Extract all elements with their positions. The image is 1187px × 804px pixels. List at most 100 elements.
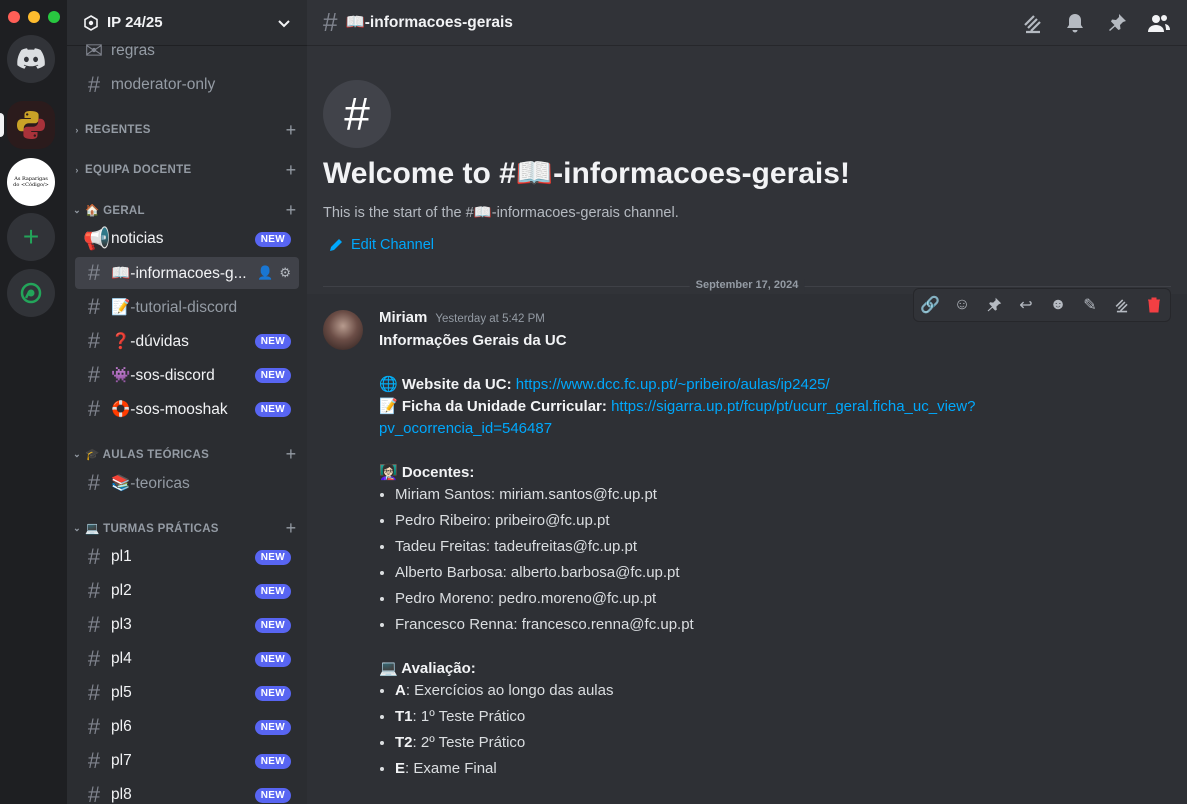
server-raparigas-codigo[interactable]: As Raparigas do <Código/>: [7, 158, 55, 206]
add-server-button[interactable]: +: [7, 213, 55, 261]
channel-pl8[interactable]: # pl8 NEW: [75, 779, 299, 804]
welcome-subtitle: This is the start of the #📖-informacoes-…: [323, 205, 679, 221]
channel-informacoes-gerais[interactable]: # 📖-informacoes-g... 👤 ⚙: [75, 257, 299, 289]
message-author[interactable]: Miriam: [379, 309, 427, 326]
new-badge: NEW: [254, 617, 291, 633]
channel-name: pl4: [111, 650, 132, 667]
channel-pl3[interactable]: # pl3 NEW: [75, 609, 299, 641]
category-label: 🏠 GERAL: [85, 205, 145, 217]
pencil-icon: [330, 239, 342, 251]
ficha-link-continued[interactable]: pv_ocorrencia_id=546487: [379, 420, 552, 437]
new-badge: NEW: [254, 333, 291, 349]
channel-name: pl8: [111, 786, 132, 803]
pin-icon[interactable]: [1105, 11, 1129, 35]
channel-name: regras: [111, 42, 155, 59]
maximize-window-button[interactable]: [48, 11, 60, 23]
thread-channel-icon: #: [87, 714, 101, 739]
channel-duvidas[interactable]: # ❓-dúvidas NEW: [75, 325, 299, 357]
guild-name: IP 24/25: [107, 14, 163, 31]
channel-pl4[interactable]: # pl4 NEW: [75, 643, 299, 675]
list-item: T1: 1º Teste Prático: [395, 706, 1119, 728]
category-aulas-teoricas[interactable]: ⌄ 🎓 AULAS TEÓRICAS +: [71, 444, 299, 464]
create-channel-plus-icon[interactable]: +: [283, 160, 299, 181]
channel-sos-mooshak[interactable]: # 🛟-sos-mooshak NEW: [75, 393, 299, 425]
list-item: Francesco Renna: francesco.renna@fc.up.p…: [395, 614, 1119, 636]
channel-regras[interactable]: ✉ regras: [75, 35, 299, 67]
list-item: E: Exame Final: [395, 758, 1119, 780]
channel-pl6[interactable]: # pl6 NEW: [75, 711, 299, 743]
member-list-icon[interactable]: [1147, 11, 1171, 35]
chevron-down-icon: ⌄: [73, 448, 81, 459]
edit-channel-link[interactable]: Edit Channel: [329, 237, 434, 253]
channel-moderator-only[interactable]: # moderator-only: [75, 69, 299, 101]
welcome-title: Welcome to #📖-informacoes-gerais!: [323, 157, 850, 190]
list-item: Pedro Ribeiro: pribeiro@fc.up.pt: [395, 510, 1119, 532]
channel-pl1[interactable]: # pl1 NEW: [75, 541, 299, 573]
plus-icon: +: [22, 221, 40, 252]
text-channel-icon: #: [87, 328, 101, 353]
chevron-down-icon: ⌄: [73, 522, 81, 533]
direct-messages-button[interactable]: [7, 35, 55, 83]
category-label: REGENTES: [85, 124, 151, 136]
text-channel-icon: #: [87, 470, 101, 495]
channel-noticias[interactable]: 📢 noticias NEW: [75, 223, 299, 255]
channel-name: pl1: [111, 548, 132, 565]
category-regentes[interactable]: › REGENTES +: [71, 120, 299, 140]
date-divider: September 17, 2024: [323, 279, 1171, 291]
edit-pencil-icon[interactable]: ✎: [1078, 293, 1102, 317]
channel-pl2[interactable]: # pl2 NEW: [75, 575, 299, 607]
add-reaction-super-icon[interactable]: ☺: [950, 293, 974, 317]
website-link[interactable]: https://www.dcc.fc.up.pt/~pribeiro/aulas…: [516, 376, 830, 393]
copy-link-icon[interactable]: 🔗: [918, 293, 942, 317]
delete-icon[interactable]: [1142, 293, 1166, 317]
create-channel-plus-icon[interactable]: +: [283, 518, 299, 539]
channel-name: pl5: [111, 684, 132, 701]
add-reaction-icon[interactable]: ☻: [1046, 293, 1070, 317]
ficha-link[interactable]: https://sigarra.up.pt/fcup/pt/ucurr_gera…: [611, 398, 975, 415]
threads-icon[interactable]: [1021, 11, 1045, 35]
category-label: 🎓 AULAS TEÓRICAS: [85, 449, 210, 461]
create-channel-plus-icon[interactable]: +: [283, 444, 299, 465]
category-equipa-docente[interactable]: › EQUIPA DOCENTE +: [71, 160, 299, 180]
new-badge: NEW: [254, 753, 291, 769]
channel-sidebar: IP 24/25 ✉ regras # moderator-only › REG…: [67, 0, 307, 804]
announcement-icon: 📢: [83, 226, 111, 251]
category-geral[interactable]: ⌄ 🏠 GERAL +: [71, 200, 299, 220]
bell-icon[interactable]: [1063, 11, 1087, 35]
new-badge: NEW: [254, 549, 291, 565]
text-channel-icon: #: [87, 260, 101, 285]
category-label: 💻 TURMAS PRÁTICAS: [85, 523, 219, 535]
channel-name: 📚-teoricas: [111, 474, 190, 492]
message-heading: Informações Gerais da UC: [379, 332, 567, 349]
server-python[interactable]: [7, 101, 55, 149]
ficha-label: 📝 Ficha da Unidade Curricular:: [379, 398, 607, 415]
create-invite-icon[interactable]: 👤: [257, 265, 273, 281]
channel-pl7[interactable]: # pl7 NEW: [75, 745, 299, 777]
new-badge: NEW: [254, 401, 291, 417]
create-channel-plus-icon[interactable]: +: [283, 200, 299, 221]
new-badge: NEW: [254, 685, 291, 701]
avatar[interactable]: [323, 310, 363, 350]
channel-name: pl7: [111, 752, 132, 769]
create-thread-icon[interactable]: [1110, 293, 1134, 317]
category-turmas-praticas[interactable]: ⌄ 💻 TURMAS PRÁTICAS +: [71, 518, 299, 538]
channel-pl5[interactable]: # pl5 NEW: [75, 677, 299, 709]
guild-home-icon: [84, 14, 98, 31]
new-badge: NEW: [254, 231, 291, 247]
pin-message-icon[interactable]: [982, 293, 1006, 317]
explore-servers-button[interactable]: [7, 269, 55, 317]
channel-name: pl6: [111, 718, 132, 735]
envelope-icon: ✉: [84, 38, 104, 63]
welcome-channel-icon: #: [323, 80, 391, 148]
channel-sos-discord[interactable]: # 👾-sos-discord NEW: [75, 359, 299, 391]
minimize-window-button[interactable]: [28, 11, 40, 23]
server-logo-text: As Raparigas do <Código/>: [13, 176, 49, 188]
reply-icon[interactable]: ↩: [1014, 293, 1038, 317]
channel-teoricas[interactable]: # 📚-teoricas: [75, 467, 299, 499]
docentes-list: Miriam Santos: miriam.santos@fc.up.pt Pe…: [379, 484, 1119, 636]
gear-icon[interactable]: ⚙: [279, 265, 291, 281]
channel-tutorial-discord[interactable]: # 📝-tutorial-discord: [75, 291, 299, 323]
close-window-button[interactable]: [8, 11, 20, 23]
category-label: EQUIPA DOCENTE: [85, 164, 192, 176]
create-channel-plus-icon[interactable]: +: [283, 120, 299, 141]
